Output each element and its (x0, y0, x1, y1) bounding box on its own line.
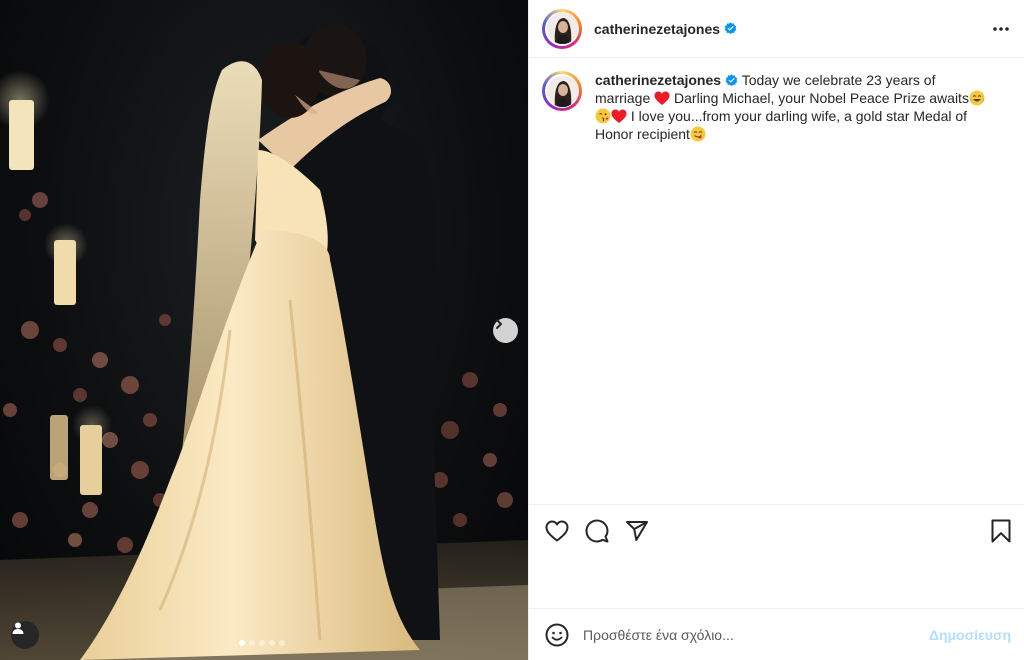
carousel-dot (259, 640, 265, 646)
carousel-next-button[interactable] (493, 318, 518, 343)
chevron-right-icon (496, 319, 502, 329)
carousel-indicator (239, 640, 285, 646)
post-actions (529, 504, 1024, 556)
post-caption: catherinezetajones Today we celebrate 23… (595, 71, 987, 143)
post-comment-button[interactable]: Δημοσίευση (929, 627, 1011, 643)
user-tag-icon (12, 622, 24, 634)
caption-username[interactable]: catherinezetajones (595, 72, 721, 88)
post-media[interactable] (0, 0, 528, 660)
share-icon (626, 520, 648, 541)
post-sidebar: catherinezetajones catherinezetajones To… (528, 0, 1024, 660)
caption-avatar[interactable] (542, 71, 582, 111)
avatar[interactable] (542, 8, 582, 49)
face-savoring-food-emoji-icon (690, 126, 706, 142)
profile-picture (546, 75, 578, 107)
more-options-button[interactable] (992, 26, 1010, 32)
red-heart-emoji-icon (654, 91, 670, 105)
caption-section: catherinezetajones Today we celebrate 23… (529, 58, 1024, 504)
comment-input[interactable] (583, 626, 929, 643)
tears-of-joy-emoji-icon (969, 90, 985, 106)
profile-picture (546, 13, 578, 44)
carousel-dot (279, 640, 285, 646)
like-button[interactable] (545, 520, 569, 542)
carousel-dot (269, 640, 275, 646)
red-heart-emoji-icon (611, 109, 627, 123)
share-button[interactable] (625, 519, 649, 543)
emoji-picker-button[interactable] (545, 623, 569, 647)
wedding-photo (0, 24, 528, 660)
bookmark-icon (991, 519, 1011, 542)
heart-icon (545, 520, 569, 541)
carousel-dot (249, 640, 255, 646)
caption-text-part3: I love you...from your darling wife, a g… (595, 108, 968, 142)
more-options-icon (993, 26, 1009, 31)
header-username[interactable]: catherinezetajones (594, 21, 720, 37)
comment-icon (585, 519, 609, 542)
comment-button[interactable] (585, 519, 609, 543)
save-button[interactable] (991, 519, 1011, 543)
post-header: catherinezetajones (529, 0, 1024, 58)
kissing-face-emoji-icon (595, 108, 611, 124)
verified-badge-icon (724, 22, 737, 34)
comment-box: Δημοσίευση (529, 608, 1024, 660)
emoji-icon (545, 623, 569, 646)
carousel-dot (239, 640, 245, 646)
caption-text-part2: Darling Michael, your Nobel Peace Prize … (674, 90, 969, 106)
user-tags-button[interactable] (11, 621, 39, 649)
verified-badge-icon (725, 74, 738, 86)
